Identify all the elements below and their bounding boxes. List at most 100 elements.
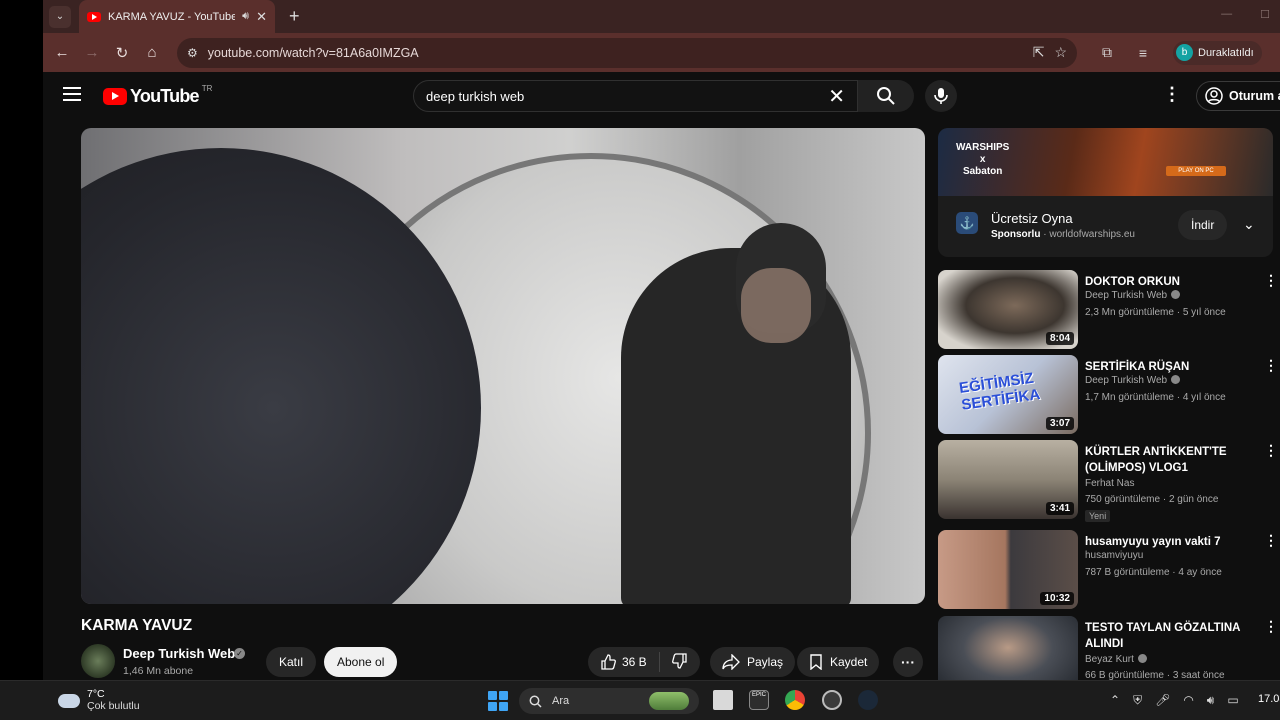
share-button[interactable]: Paylaş <box>710 647 796 677</box>
recommendation-item[interactable]: 8:04 DOKTOR ORKUN Deep Turkish Web 2,3 M… <box>938 270 1278 350</box>
duration-badge: 3:07 <box>1045 417 1074 430</box>
youtube-logo[interactable]: YouTube TR <box>103 84 212 107</box>
channel-text: Deep Turkish Web <box>1085 375 1168 386</box>
address-bar[interactable]: ⚙ youtube.com/watch?v=81A6a0IMZGA ⇱ ☆ <box>177 37 1077 68</box>
wifi-icon[interactable]: ◠ <box>1183 693 1193 708</box>
url-text[interactable]: youtube.com/watch?v=81A6a0IMZGA <box>208 46 1023 60</box>
tab-title: KARMA YAVUZ - YouTube <box>108 10 236 23</box>
recommendation-meta: 1,7 Mn görüntüleme · 4 yıl önce <box>1085 392 1226 403</box>
taskbar-search[interactable]: Ara <box>519 688 699 714</box>
settings-kebab-icon[interactable]: ⋮ <box>1163 84 1181 105</box>
dislike-button[interactable] <box>660 652 700 672</box>
join-button[interactable]: Katıl <box>266 647 317 677</box>
search-button[interactable] <box>858 80 914 112</box>
battery-icon[interactable]: ▭ <box>1227 693 1238 708</box>
menu-icon[interactable] <box>63 87 81 101</box>
extensions-icon[interactable]: ⧉ <box>1089 44 1125 61</box>
video-player[interactable] <box>81 128 925 604</box>
sponsored-ad[interactable]: WARSHIPS x Sabaton PLAY ON PC ⚓ Ücretsiz… <box>938 128 1273 257</box>
file-explorer-icon[interactable] <box>713 690 733 710</box>
recommendation-channel[interactable]: husamviyuyu <box>1085 550 1143 561</box>
new-tab-button[interactable]: + <box>289 6 300 27</box>
tray-overflow-icon[interactable]: ⌃ <box>1110 693 1120 708</box>
subscribe-button[interactable]: Abone ol <box>324 647 398 677</box>
obs-icon[interactable] <box>822 690 842 710</box>
recommendation-title[interactable]: husamyuyu yayın vakti 7 <box>1085 534 1255 550</box>
recommendation-title[interactable]: KÜRTLER ANTİKKENT'TE (OLİMPOS) VLOG1 <box>1085 444 1255 476</box>
open-in-app-icon[interactable]: ⇱ <box>1033 44 1045 61</box>
weather-widget[interactable]: 7°C Çok bulutlu <box>58 688 140 713</box>
ad-banner-text-2: x <box>979 154 986 165</box>
speaker-icon[interactable]: 🔊︎ <box>242 10 249 23</box>
recommendation-title[interactable]: TESTO TAYLAN GÖZALTINA ALINDI <box>1085 620 1255 652</box>
reload-icon[interactable]: ↻ <box>107 44 137 62</box>
more-options-icon[interactable]: ⋮ <box>1264 357 1278 374</box>
recommendation-item[interactable]: 3:41 KÜRTLER ANTİKKENT'TE (OLİMPOS) VLOG… <box>938 440 1278 522</box>
site-info-icon[interactable]: ⚙ <box>187 46 198 60</box>
close-tab-icon[interactable]: ✕ <box>256 9 267 25</box>
more-options-icon[interactable]: ⋮ <box>1264 532 1278 549</box>
youtube-logo-icon <box>103 88 127 105</box>
more-options-icon[interactable]: ⋮ <box>1264 442 1278 459</box>
tab-search-button[interactable]: ⌄ <box>49 5 71 28</box>
video-thumbnail[interactable]: 10:32 <box>938 530 1078 609</box>
bookmark-star-icon[interactable]: ☆ <box>1054 44 1067 61</box>
like-dislike-group: 36 B <box>588 647 700 677</box>
share-icon <box>722 654 740 670</box>
verified-icon <box>1137 654 1147 663</box>
more-options-icon[interactable]: ⋮ <box>1264 618 1278 635</box>
chevron-down-icon[interactable]: ⌄ <box>1243 216 1255 233</box>
video-thumbnail[interactable]: 3:41 <box>938 440 1078 519</box>
save-label: Kaydet <box>830 655 868 669</box>
back-icon[interactable]: ← <box>47 44 77 61</box>
recommendation-item[interactable]: 10:32 husamyuyu yayın vakti 7 husamviyuy… <box>938 530 1278 610</box>
maximize-icon[interactable]: ☐ <box>1260 8 1270 21</box>
steam-icon[interactable] <box>858 690 878 710</box>
taskbar-clock[interactable]: 17.03 <box>1258 693 1280 705</box>
thumbs-up-icon <box>601 654 616 670</box>
install-button[interactable]: İndir <box>1178 210 1228 240</box>
ad-banner-text-1: WARSHIPS <box>956 142 1010 153</box>
like-button[interactable]: 36 B <box>588 652 660 672</box>
clear-search-icon[interactable]: ✕ <box>828 84 845 109</box>
microphone-icon[interactable]: 🎤︎ <box>1155 693 1170 708</box>
recommendation-channel[interactable]: Ferhat Nas <box>1085 478 1134 489</box>
epic-games-icon[interactable]: EPIC <box>749 690 769 710</box>
search-query[interactable]: deep turkish web <box>426 89 828 104</box>
thumbnail-text: EĞİTİMSİZ SERTİFİKA <box>958 369 1042 414</box>
ad-title[interactable]: Ücretsiz Oyna <box>991 211 1073 226</box>
home-icon[interactable]: ⌂ <box>137 44 167 61</box>
chrome-icon[interactable] <box>785 690 805 710</box>
sign-in-button[interactable]: Oturum aç <box>1196 81 1280 111</box>
recommendation-channel[interactable]: Deep Turkish Web <box>1085 375 1181 386</box>
save-button[interactable]: Kaydet <box>797 647 880 677</box>
recommendation-title[interactable]: DOKTOR ORKUN <box>1085 274 1255 290</box>
video-thumbnail[interactable] <box>938 616 1078 680</box>
video-thumbnail[interactable]: 8:04 <box>938 270 1078 349</box>
channel-name[interactable]: Deep Turkish Web <box>123 646 235 661</box>
ad-sponsor-line: Sponsorlu · worldofwarships.eu <box>991 229 1135 240</box>
forward-icon[interactable]: → <box>77 44 107 61</box>
recommendation-channel[interactable]: Beyaz Kurt <box>1085 654 1147 665</box>
windows-start-icon[interactable] <box>488 691 508 711</box>
volume-icon[interactable]: 🔊︎ <box>1207 693 1215 708</box>
more-actions-icon[interactable]: ··· <box>893 647 923 677</box>
browser-tab[interactable]: KARMA YAVUZ - YouTube 🔊︎ ✕ <box>79 0 275 33</box>
recommendation-channel[interactable]: Deep Turkish Web <box>1085 290 1181 301</box>
media-controls-icon[interactable]: ≡ <box>1125 45 1161 61</box>
shield-icon[interactable]: ⛨ <box>1133 693 1142 708</box>
minimize-icon[interactable]: — <box>1221 8 1232 21</box>
video-thumbnail[interactable]: EĞİTİMSİZ SERTİFİKA 3:07 <box>938 355 1078 434</box>
recommendation-item[interactable]: TESTO TAYLAN GÖZALTINA ALINDI Beyaz Kurt… <box>938 616 1278 680</box>
search-input[interactable]: deep turkish web ✕ <box>413 80 858 112</box>
sponsored-label: Sponsorlu <box>991 229 1041 240</box>
recommendation-title[interactable]: SERTİFİKA RÜŞAN <box>1085 359 1255 375</box>
profile-button[interactable]: b Duraklatıldı <box>1173 40 1262 65</box>
voice-search-button[interactable] <box>925 80 957 112</box>
duration-badge: 10:32 <box>1040 592 1074 605</box>
recommendation-item[interactable]: EĞİTİMSİZ SERTİFİKA 3:07 SERTİFİKA RÜŞAN… <box>938 355 1278 435</box>
thumbs-down-icon <box>671 652 687 669</box>
channel-avatar[interactable] <box>81 644 115 678</box>
recommendation-meta: 750 görüntüleme · 2 gün önce <box>1085 494 1219 505</box>
more-options-icon[interactable]: ⋮ <box>1264 272 1278 289</box>
